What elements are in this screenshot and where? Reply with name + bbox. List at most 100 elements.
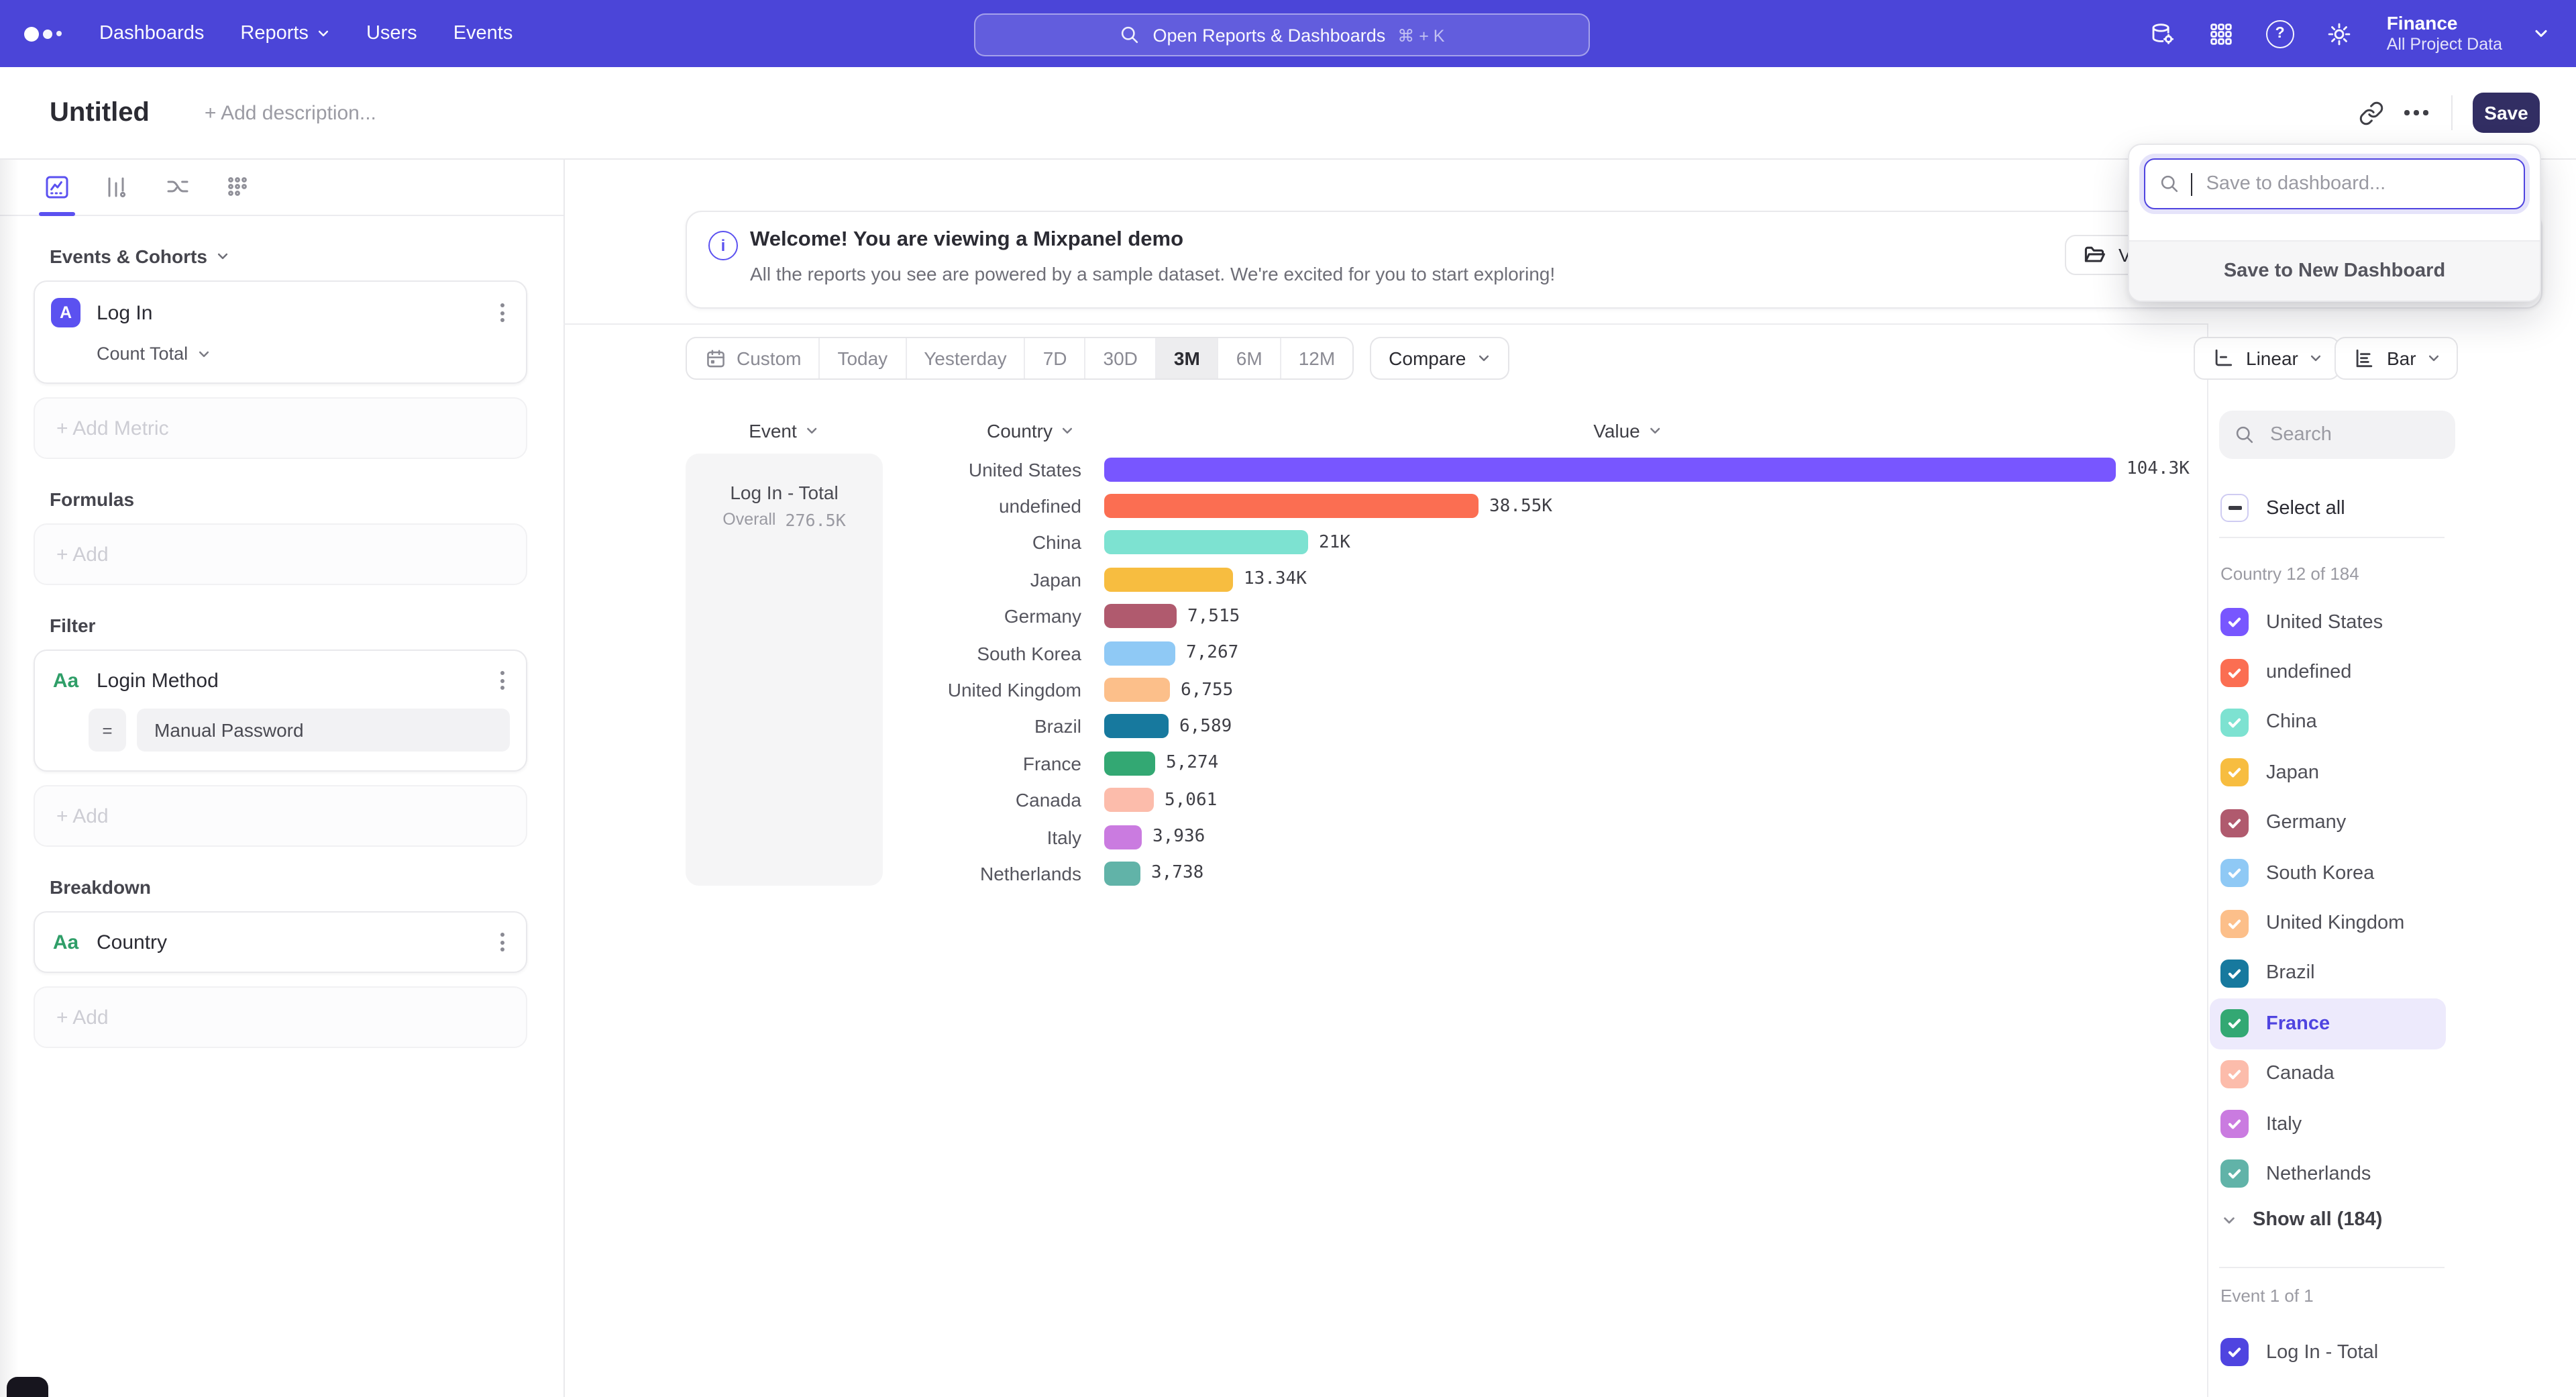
save-dashboard-input[interactable] (2204, 172, 2510, 196)
tab-flows[interactable] (164, 172, 192, 201)
range-yesterday[interactable]: Yesterday (905, 338, 1024, 378)
column-header-country[interactable]: Country (987, 420, 1074, 442)
country-checkbox-united-kingdom[interactable] (2220, 909, 2249, 937)
country-checkbox-japan[interactable] (2220, 759, 2249, 787)
report-title[interactable]: Untitled (50, 97, 150, 128)
add-description-button[interactable]: + Add description... (205, 101, 376, 124)
add-breakdown-button[interactable]: + Add (34, 986, 527, 1048)
filter-property-name[interactable]: Login Method (97, 669, 495, 692)
nav-link-users[interactable]: Users (366, 23, 417, 44)
column-header-event[interactable]: Event (749, 420, 818, 442)
compare-button[interactable]: Compare (1370, 337, 1509, 380)
legend-search-input[interactable] (2267, 423, 2455, 447)
legend-row-united-kingdom[interactable]: United Kingdom (2210, 898, 2446, 949)
legend-row-south-korea[interactable]: South Korea (2210, 848, 2446, 898)
range-today[interactable]: Today (818, 338, 905, 378)
legend-search[interactable] (2219, 411, 2455, 459)
save-dashboard-search[interactable] (2144, 158, 2525, 209)
events-cohorts-label[interactable]: Events & Cohorts (50, 246, 527, 267)
bar-france[interactable] (1104, 752, 1155, 776)
show-all-button[interactable]: Show all (184) (2222, 1209, 2382, 1231)
legend-row-italy[interactable]: Italy (2210, 1099, 2446, 1149)
aggregation-selector[interactable]: Count Total (97, 344, 510, 364)
project-switcher[interactable]: Finance All Project Data (2387, 13, 2502, 55)
country-checkbox-italy[interactable] (2220, 1110, 2249, 1138)
breakdown-property-name[interactable]: Country (97, 931, 495, 953)
filter-value[interactable]: Manual Password (137, 709, 510, 752)
country-checkbox-netherlands[interactable] (2220, 1160, 2249, 1188)
bar-united-kingdom[interactable] (1104, 678, 1170, 702)
legend-row-china[interactable]: China (2210, 698, 2446, 748)
copy-link-button[interactable] (2348, 91, 2394, 134)
global-search-button[interactable]: Open Reports & Dashboards ⌘ + K (974, 13, 1590, 56)
bar-japan[interactable] (1104, 568, 1233, 592)
legend-label: China (2266, 712, 2317, 733)
filter-operator[interactable]: = (89, 709, 126, 752)
tab-insights[interactable] (43, 172, 71, 201)
apps-grid-icon[interactable] (2207, 19, 2235, 48)
bar-brazil[interactable] (1104, 715, 1169, 739)
add-filter-button[interactable]: + Add (34, 785, 527, 847)
legend-row-united-states[interactable]: United States (2210, 597, 2446, 648)
bar-united-states[interactable] (1104, 457, 2116, 481)
legend-row-brazil[interactable]: Brazil (2210, 948, 2446, 998)
country-checkbox-china[interactable] (2220, 709, 2249, 737)
country-checkbox-united-states[interactable] (2220, 608, 2249, 636)
column-header-value[interactable]: Value (1593, 420, 1662, 442)
country-checkbox-south-korea[interactable] (2220, 859, 2249, 887)
nav-link-reports[interactable]: Reports (240, 23, 330, 44)
bar-germany[interactable] (1104, 605, 1177, 629)
settings-gear-icon[interactable] (2325, 19, 2353, 48)
data-management-icon[interactable] (2148, 19, 2176, 48)
country-checkbox-undefined[interactable] (2220, 658, 2249, 686)
nav-link-dashboards[interactable]: Dashboards (99, 23, 204, 44)
country-checkbox-canada[interactable] (2220, 1059, 2249, 1088)
range-30d[interactable]: 30D (1085, 338, 1155, 378)
chevron-down-icon[interactable] (2533, 25, 2549, 42)
bar-china[interactable] (1104, 531, 1308, 555)
range-3m[interactable]: 3M (1155, 338, 1218, 378)
metric-event-name[interactable]: Log In (97, 301, 495, 324)
kebab-menu-icon[interactable] (495, 667, 510, 694)
scale-selector[interactable]: Linear (2194, 337, 2340, 380)
legend-row-japan[interactable]: Japan (2210, 747, 2446, 798)
legend-row-undefined[interactable]: undefined (2210, 648, 2446, 698)
legend-row-france[interactable]: France (2210, 998, 2446, 1049)
event-checkbox-log-in-total[interactable] (2220, 1338, 2249, 1366)
bar-south-korea[interactable] (1104, 641, 1175, 665)
metric-card[interactable]: A Log In Count Total (34, 280, 527, 384)
range-6m[interactable]: 6M (1218, 338, 1280, 378)
range-custom[interactable]: Custom (687, 338, 818, 378)
kebab-menu-icon[interactable] (495, 929, 510, 955)
range-7d[interactable]: 7D (1024, 338, 1085, 378)
tab-retention[interactable] (224, 172, 252, 201)
legend-row-germany[interactable]: Germany (2210, 798, 2446, 848)
add-metric-button[interactable]: + Add Metric (34, 397, 527, 459)
save-button[interactable]: Save (2473, 93, 2540, 133)
nav-link-events[interactable]: Events (453, 23, 513, 44)
more-options-button[interactable] (2394, 91, 2439, 134)
bar-undefined[interactable] (1104, 494, 1479, 518)
country-checkbox-brazil[interactable] (2220, 960, 2249, 988)
filter-card[interactable]: Aa Login Method = Manual Password (34, 650, 527, 772)
help-icon[interactable]: ? (2266, 19, 2294, 48)
chat-widget-tab[interactable] (7, 1377, 48, 1397)
range-12m[interactable]: 12M (1280, 338, 1352, 378)
legend-row-log-in-total[interactable]: Log In - Total (2210, 1327, 2446, 1378)
kebab-menu-icon[interactable] (495, 299, 510, 326)
country-checkbox-germany[interactable] (2220, 809, 2249, 837)
save-to-new-dashboard-button[interactable]: Save to New Dashboard (2129, 240, 2540, 301)
tab-funnels[interactable] (103, 172, 131, 201)
bar-netherlands[interactable] (1104, 862, 1140, 886)
add-formula-button[interactable]: + Add (34, 523, 527, 585)
select-all-checkbox[interactable] (2220, 494, 2249, 522)
legend-row-canada[interactable]: Canada (2210, 1049, 2446, 1099)
breakdown-card[interactable]: Aa Country (34, 911, 527, 973)
legend-row-netherlands[interactable]: Netherlands (2210, 1149, 2446, 1200)
country-checkbox-france[interactable] (2220, 1010, 2249, 1038)
chart-type-selector[interactable]: Bar (2334, 337, 2458, 380)
mixpanel-logo-icon[interactable] (24, 26, 62, 41)
bar-canada[interactable] (1104, 788, 1154, 812)
bar-italy[interactable] (1104, 825, 1142, 849)
select-all-row[interactable]: Select all (2220, 494, 2345, 522)
